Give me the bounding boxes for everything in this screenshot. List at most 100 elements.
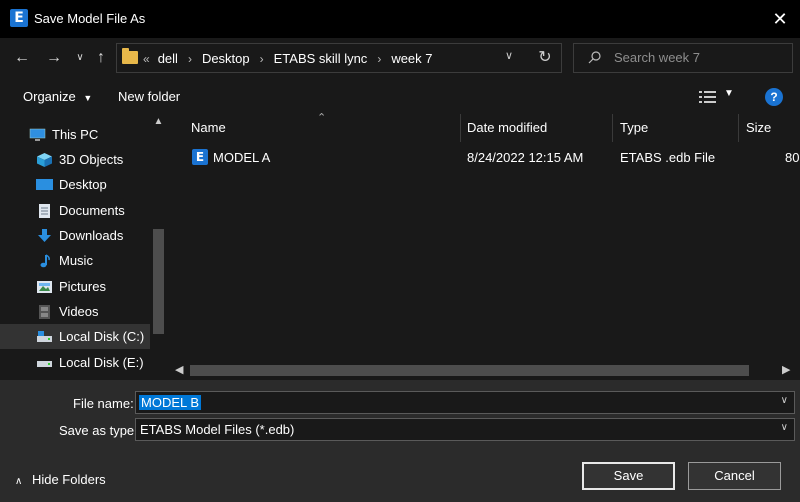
sidebar-item-label: Music — [59, 253, 93, 268]
organize-menu-button[interactable]: Organize ▼ — [23, 89, 92, 104]
column-divider[interactable] — [460, 114, 461, 142]
etabs-file-icon: E — [192, 149, 208, 165]
scroll-up-icon[interactable]: ▲ — [150, 116, 167, 127]
save-as-type-label: Save as type: — [59, 423, 138, 438]
address-dropdown-chevron-icon[interactable]: ∨ — [501, 49, 517, 62]
drive-icon — [37, 360, 52, 367]
breadcrumb-separator-icon[interactable]: › — [377, 52, 381, 66]
sidebar-item-pictures[interactable]: Pictures — [0, 274, 150, 299]
help-icon[interactable]: ? — [765, 88, 783, 106]
breadcrumb-item[interactable]: ETABS skill lync — [274, 51, 368, 66]
new-folder-button[interactable]: New folder — [118, 89, 180, 104]
search-icon — [588, 51, 601, 64]
file-name-label: File name: — [73, 396, 134, 411]
search-box[interactable] — [573, 43, 793, 73]
sidebar-scrollbar[interactable]: ▲ — [150, 114, 167, 379]
column-divider[interactable] — [738, 114, 739, 142]
file-type: ETABS .edb File — [620, 150, 716, 165]
forward-arrow-icon[interactable]: → — [42, 46, 66, 70]
file-row[interactable]: E MODEL A 8/24/2022 12:15 AM ETABS .edb … — [185, 148, 800, 168]
sidebar-item-label: Documents — [59, 203, 125, 218]
column-header-name[interactable]: Name — [191, 114, 226, 142]
navigation-pane: This PC 3D Objects Desktop Documents Dow… — [0, 114, 170, 379]
sidebar-item-label: Downloads — [59, 228, 124, 243]
file-name: MODEL A — [213, 150, 271, 165]
breadcrumb: « dell › Desktop › ETABS skill lync › we… — [143, 51, 433, 66]
column-divider[interactable] — [612, 114, 613, 142]
file-name-value: MODEL B — [139, 395, 202, 410]
column-header-date-modified[interactable]: Date modified — [467, 114, 547, 142]
scroll-left-icon[interactable]: ◀ — [175, 363, 183, 376]
column-header-label: Type — [620, 120, 649, 135]
sidebar-item-label: Desktop — [59, 177, 107, 192]
document-icon — [39, 203, 50, 218]
sidebar-item-label: 3D Objects — [59, 152, 124, 167]
music-icon — [40, 253, 50, 267]
sidebar-item-label: Videos — [59, 304, 99, 319]
breadcrumb-item[interactable]: week 7 — [391, 51, 432, 66]
chevron-down-icon[interactable]: ∨ — [781, 422, 788, 433]
chevron-down-icon[interactable]: ∨ — [781, 395, 788, 406]
save-as-type-value: ETABS Model Files (*.edb) — [140, 422, 295, 437]
sidebar-item-local-disk-c[interactable]: Local Disk (C:) — [0, 324, 150, 349]
video-icon — [39, 304, 50, 319]
download-icon — [38, 228, 51, 242]
view-dropdown-chevron-icon[interactable]: ▼ — [724, 88, 734, 99]
breadcrumb-overflow[interactable]: « — [143, 52, 150, 66]
save-dialog: E Save Model File As ✕ ← → ∨ ↑ « dell › … — [0, 0, 800, 502]
sidebar-item-desktop[interactable]: Desktop — [0, 172, 150, 197]
address-bar[interactable]: « dell › Desktop › ETABS skill lync › we… — [116, 43, 562, 73]
sidebar-item-label: Local Disk (E:) — [59, 355, 144, 370]
column-header-type[interactable]: Type — [620, 114, 648, 142]
scrollbar-thumb[interactable] — [153, 229, 164, 334]
close-button[interactable]: ✕ — [760, 0, 800, 38]
breadcrumb-item[interactable]: dell — [158, 51, 178, 66]
sidebar-item-label: Local Disk (C:) — [59, 329, 145, 344]
sidebar-item-local-disk-e[interactable]: Local Disk (E:) — [0, 350, 150, 375]
cube-icon — [37, 152, 52, 167]
file-date-modified: 8/24/2022 12:15 AM — [467, 150, 584, 165]
sidebar-item-music[interactable]: Music — [0, 248, 150, 273]
organize-label: Organize — [23, 89, 76, 104]
scrollbar-thumb[interactable] — [190, 365, 749, 376]
horizontal-scrollbar[interactable]: ◀ ▶ — [170, 362, 800, 379]
search-input[interactable] — [614, 50, 784, 65]
breadcrumb-separator-icon[interactable]: › — [188, 52, 192, 66]
sidebar-item-3d-objects[interactable]: 3D Objects — [0, 147, 150, 172]
command-bar: Organize ▼ New folder ▼ ? — [0, 78, 800, 114]
chevron-up-icon: ∧ — [15, 476, 23, 487]
sidebar-item-label: This PC — [52, 127, 99, 142]
file-name-input[interactable]: MODEL B ∨ — [135, 391, 795, 414]
breadcrumb-item[interactable]: Desktop — [202, 51, 250, 66]
back-arrow-icon[interactable]: ← — [10, 46, 34, 70]
scroll-right-icon[interactable]: ▶ — [782, 363, 790, 376]
title-bar: E Save Model File As ✕ — [0, 0, 800, 38]
picture-icon — [37, 280, 52, 293]
column-header-label: Date modified — [467, 120, 548, 135]
sidebar-item-videos[interactable]: Videos — [0, 299, 150, 324]
hide-folders-label: Hide Folders — [31, 472, 106, 487]
column-header-size[interactable]: Size — [746, 114, 771, 142]
chevron-down-icon: ▼ — [83, 93, 93, 103]
breadcrumb-separator-icon[interactable]: › — [260, 52, 264, 66]
sort-ascending-icon: ⌃ — [317, 112, 327, 124]
save-button[interactable]: Save — [582, 462, 675, 490]
column-header-label: Size — [746, 120, 772, 135]
cancel-button[interactable]: Cancel — [688, 462, 781, 490]
column-header-label: Name — [191, 120, 226, 135]
sidebar-item-documents[interactable]: Documents — [0, 198, 150, 223]
up-arrow-icon[interactable]: ↑ — [89, 46, 113, 70]
navigation-bar: ← → ∨ ↑ « dell › Desktop › ETABS skill l… — [0, 38, 800, 78]
sidebar-item-this-pc[interactable]: This PC — [0, 122, 150, 147]
save-as-type-select[interactable]: ETABS Model Files (*.edb) ∨ — [135, 418, 795, 441]
sidebar-item-downloads[interactable]: Downloads — [0, 223, 150, 248]
hide-folders-button[interactable]: ∧ Hide Folders — [15, 472, 106, 487]
refresh-icon[interactable]: ↻ — [535, 47, 555, 67]
etabs-app-icon: E — [10, 9, 28, 27]
view-options-icon[interactable] — [699, 90, 717, 104]
file-size: 80 — [785, 150, 800, 165]
drive-icon — [37, 330, 52, 342]
file-list: Name ⌃ Date modified Type Size E MODEL A… — [170, 112, 800, 379]
desktop-icon — [36, 178, 53, 190]
window-title: Save Model File As — [34, 11, 146, 26]
